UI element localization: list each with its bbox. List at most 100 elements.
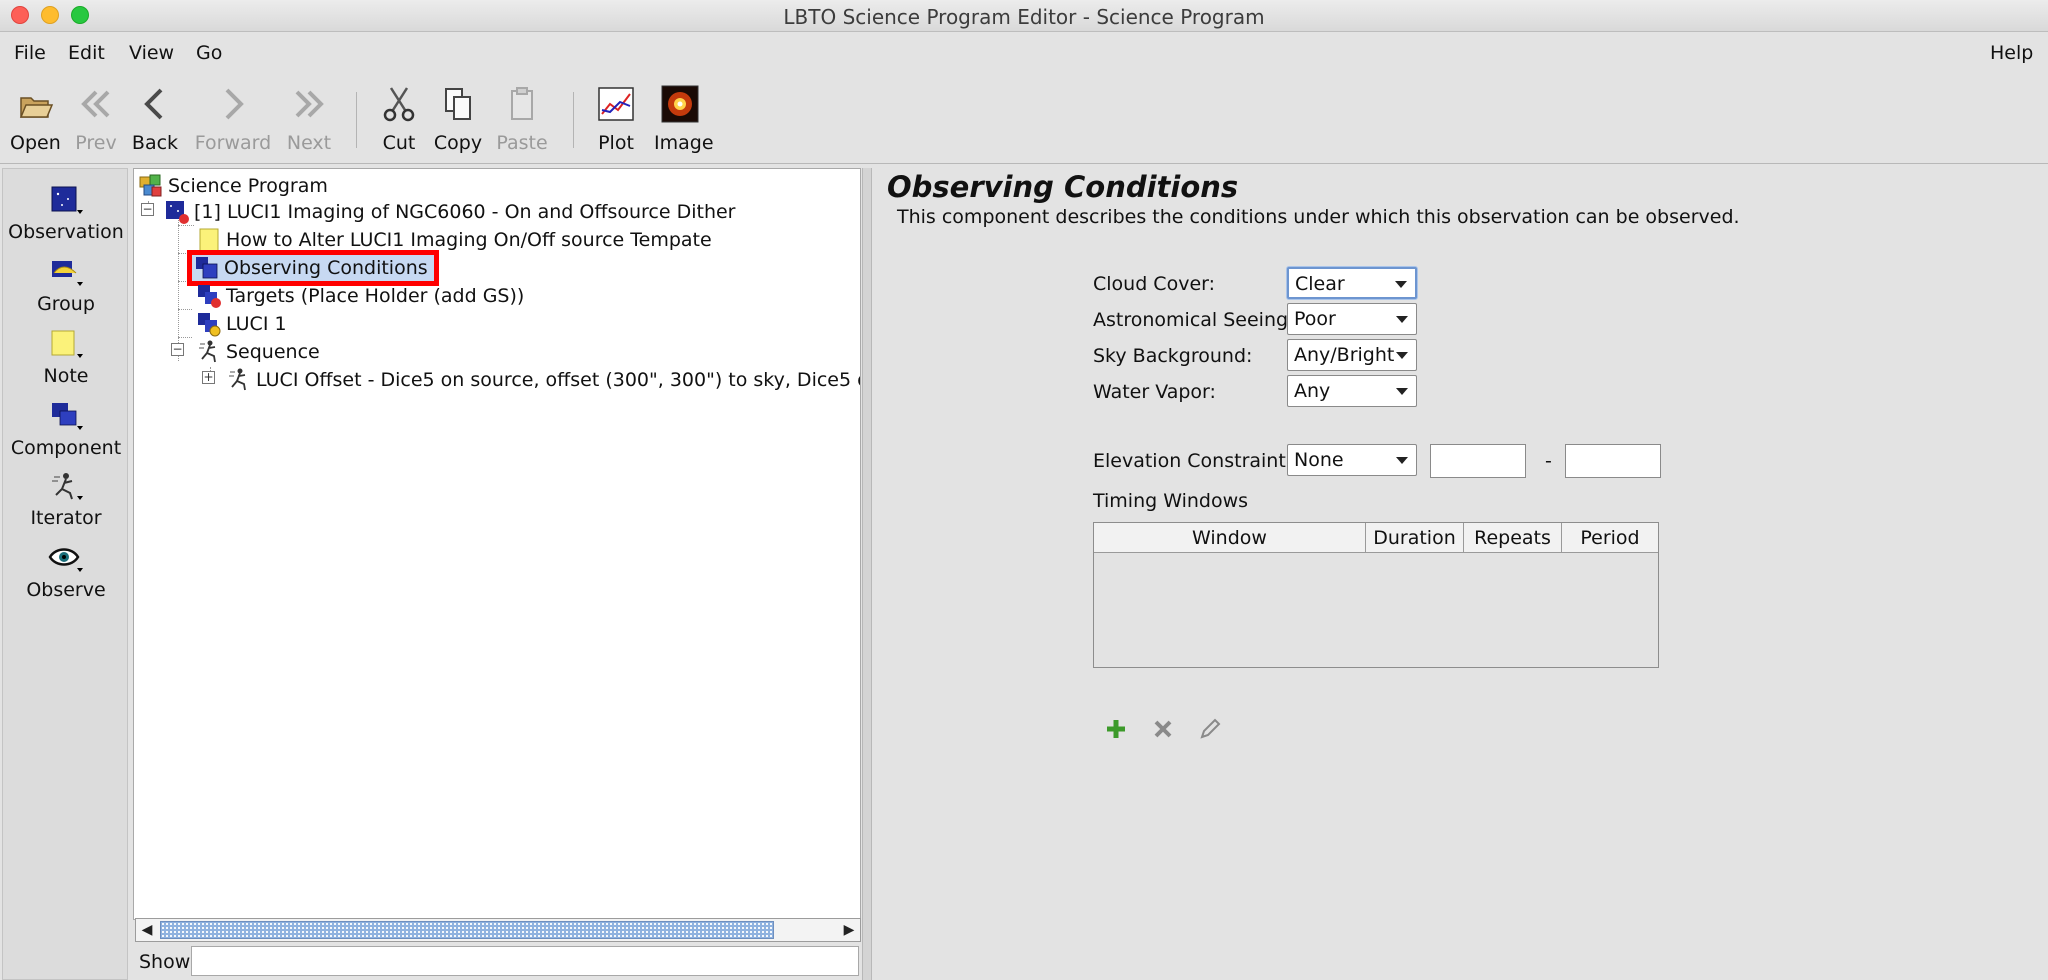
cut-button[interactable]: Cut (376, 84, 422, 154)
note-icon (199, 228, 219, 252)
menu-go[interactable]: Go (196, 42, 222, 64)
tree-horizontal-scrollbar[interactable]: ◀ ▶ (135, 918, 861, 942)
observing-conditions-editor: Observing Conditions This component desc… (873, 168, 2048, 980)
component-icon (196, 257, 218, 279)
iterator-icon (229, 368, 246, 391)
tree-node-sequence[interactable]: Sequence (196, 339, 320, 365)
program-tree[interactable]: Science Program − [1] LUCI1 Imaging of N… (133, 168, 861, 920)
double-chevron-right-icon (295, 90, 324, 118)
palette-observe[interactable]: Observe (3, 543, 129, 601)
timing-windows-label: Timing Windows (1093, 490, 1249, 512)
target-component-icon (198, 285, 221, 308)
palette-observation[interactable]: Observation (3, 185, 129, 243)
water-vapor-label: Water Vapor: (1093, 381, 1216, 403)
edit-pencil-icon[interactable] (1197, 716, 1223, 742)
palette-note[interactable]: Note (3, 329, 129, 387)
tree-node-science-program[interactable]: Science Program (138, 173, 328, 199)
elevation-constraint-select[interactable]: None (1287, 444, 1417, 476)
eye-icon (48, 548, 83, 572)
column-header-window[interactable]: Window (1094, 523, 1366, 553)
dropdown-arrow-icon (1396, 457, 1408, 464)
column-header-period[interactable]: Period (1562, 523, 1658, 553)
cloud-cover-select[interactable]: Clear (1287, 267, 1417, 299)
forward-button[interactable]: Forward (193, 84, 273, 154)
add-icon[interactable] (1103, 716, 1129, 742)
show-label: Show (139, 951, 191, 973)
dropdown-arrow-icon (1396, 388, 1408, 395)
collapse-toggle[interactable]: − (171, 343, 184, 356)
collapse-toggle[interactable]: − (141, 203, 154, 216)
editor-title: Observing Conditions (887, 170, 1239, 204)
palette-group[interactable]: Group (3, 257, 129, 315)
clipboard-icon (511, 87, 533, 120)
tree-connector (178, 281, 192, 282)
water-vapor-select[interactable]: Any (1287, 375, 1417, 407)
remove-icon[interactable] (1150, 716, 1176, 742)
title-bar: LBTO Science Program Editor - Science Pr… (0, 0, 2048, 32)
menu-help[interactable]: Help (1990, 42, 2033, 64)
menu-bar: File Edit View Go Help (0, 33, 2048, 71)
dropdown-arrow-icon (1395, 281, 1407, 288)
tree-connector (178, 337, 192, 338)
elevation-min-input[interactable] (1430, 444, 1526, 478)
iterator-icon (52, 473, 83, 500)
menu-edit[interactable]: Edit (68, 42, 105, 64)
menu-view[interactable]: View (129, 42, 174, 64)
elevation-constraint-label: Elevation Constraint: (1093, 450, 1293, 472)
panel-splitter[interactable] (862, 168, 872, 980)
scroll-right-arrow[interactable]: ▶ (838, 919, 860, 941)
next-button[interactable]: Next (284, 84, 334, 154)
observation-icon (51, 186, 83, 214)
column-header-duration[interactable]: Duration (1366, 523, 1464, 553)
scrollbar-thumb[interactable] (160, 921, 774, 939)
back-button[interactable]: Back (130, 84, 180, 154)
tree-node-luci-offset[interactable]: LUCI Offset - Dice5 on source, offset (3… (226, 367, 860, 393)
group-icon (52, 261, 83, 286)
sky-background-select[interactable]: Any/Bright (1287, 339, 1417, 371)
tree-node-instrument[interactable]: LUCI 1 (196, 311, 287, 337)
paste-button[interactable]: Paste (496, 84, 548, 154)
show-filter-input[interactable] (191, 946, 859, 976)
tree-node-note[interactable]: How to Alter LUCI1 Imaging On/Off source… (196, 227, 712, 253)
palette-iterator[interactable]: Iterator (3, 471, 129, 529)
palette-component[interactable]: Component (3, 401, 129, 459)
prev-button[interactable]: Prev (72, 84, 120, 154)
toolbar-separator (356, 92, 357, 148)
cloud-cover-label: Cloud Cover: (1093, 273, 1216, 295)
open-button[interactable]: Open (10, 84, 61, 154)
editor-description: This component describes the conditions … (897, 206, 1740, 228)
plot-button[interactable]: Plot (594, 84, 638, 154)
menu-file[interactable]: File (14, 42, 46, 64)
iterator-icon (199, 340, 216, 363)
science-program-icon (139, 174, 162, 197)
plot-icon (598, 87, 634, 121)
column-header-repeats[interactable]: Repeats (1464, 523, 1562, 553)
instrument-icon (198, 313, 221, 337)
tree-node-targets[interactable]: Targets (Place Holder (add GS)) (196, 283, 524, 309)
elevation-max-input[interactable] (1565, 444, 1661, 478)
star-image-icon (661, 85, 699, 123)
component-palette: Observation Group Note Component Iterato… (2, 168, 128, 980)
seeing-select[interactable]: Poor (1287, 303, 1417, 335)
window-title: LBTO Science Program Editor - Science Pr… (783, 5, 1265, 29)
expand-toggle[interactable]: + (202, 371, 215, 384)
observation-icon (166, 201, 189, 224)
dropdown-arrow-icon (1396, 316, 1408, 323)
toolbar: Open Prev Back Forward Next Cut Copy Pas… (0, 72, 2048, 164)
tree-node-observing-conditions[interactable]: Observing Conditions (187, 250, 439, 286)
timing-windows-table[interactable]: Window Duration Repeats Period (1093, 522, 1659, 668)
component-icon (52, 403, 83, 430)
tree-node-observation[interactable]: [1] LUCI1 Imaging of NGC6060 - On and Of… (164, 199, 735, 225)
copy-icon (445, 88, 471, 120)
dropdown-arrow-icon (1396, 352, 1408, 359)
sky-background-label: Sky Background: (1093, 345, 1253, 367)
note-icon (51, 330, 83, 358)
tree-connector (178, 209, 179, 361)
image-button[interactable]: Image (654, 84, 714, 154)
tree-connector (178, 225, 194, 226)
scissors-icon (383, 87, 415, 122)
scroll-left-arrow[interactable]: ◀ (136, 919, 158, 941)
double-chevron-left-icon (81, 90, 110, 118)
copy-button[interactable]: Copy (432, 84, 484, 154)
chevron-right-icon (225, 88, 244, 120)
